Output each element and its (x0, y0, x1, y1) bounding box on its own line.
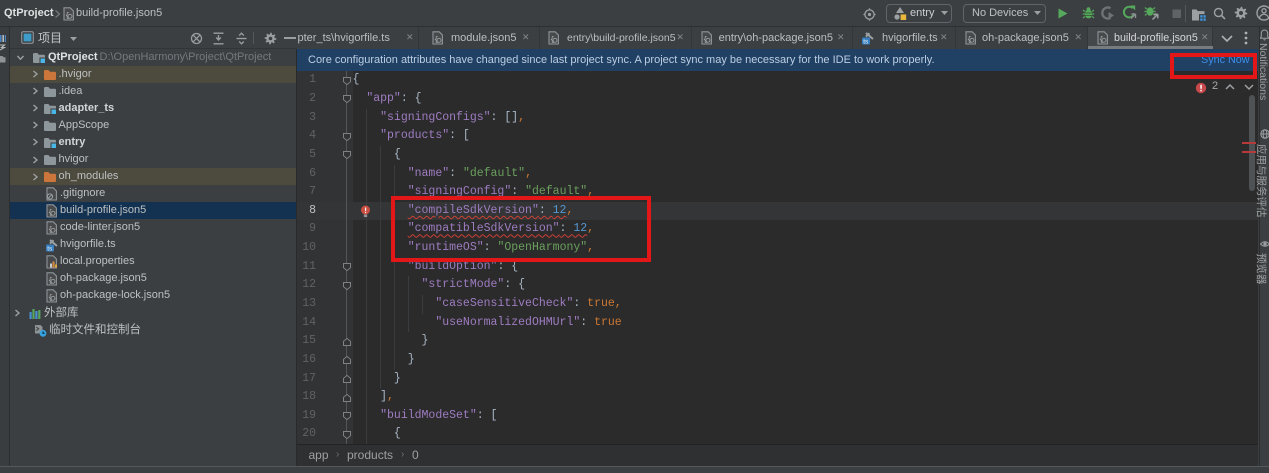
svg-text:{: { (703, 37, 708, 45)
svg-text:{: { (48, 277, 53, 285)
svg-text:ts: ts (863, 39, 869, 46)
svg-text:{: { (550, 37, 555, 45)
svg-text:{: { (48, 209, 53, 217)
svg-text:{: { (967, 37, 972, 45)
svg-text:{: { (65, 13, 70, 21)
svg-text:{: { (48, 294, 53, 302)
svg-text:{: { (1099, 37, 1104, 45)
svg-text:{: { (434, 37, 439, 45)
svg-text:{: { (48, 226, 53, 234)
svg-text:ts: ts (47, 245, 53, 252)
